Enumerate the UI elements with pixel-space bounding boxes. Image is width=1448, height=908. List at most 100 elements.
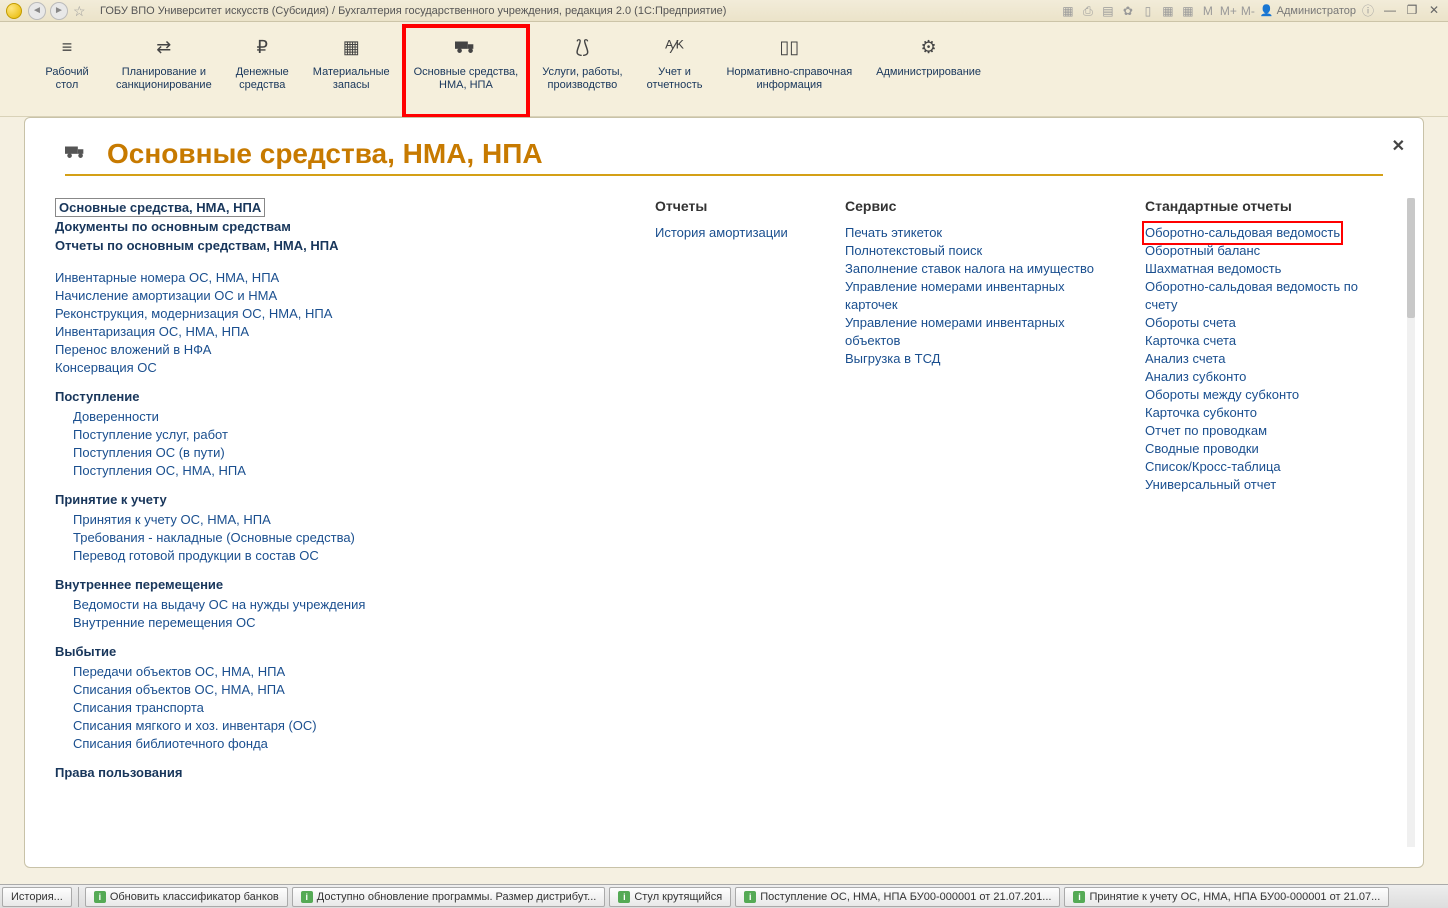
history-button[interactable]: История...: [2, 887, 72, 907]
nav-link[interactable]: Список/Кросс-таблица: [1145, 458, 1375, 476]
highlighted-link[interactable]: Оборотно-сальдовая ведомость: [1145, 224, 1340, 242]
nav-link[interactable]: Ведомости на выдачу ОС на нужды учрежден…: [73, 596, 615, 614]
statusbar-item-label: Стул крутящийся: [634, 891, 722, 903]
nav-link[interactable]: Полнотекстовый поиск: [845, 242, 1105, 260]
statusbar: История... iОбновить классификатор банко…: [0, 884, 1448, 908]
nav-link[interactable]: Управление номерами инвентарных объектов: [845, 314, 1105, 350]
nav-link[interactable]: Анализ счета: [1145, 350, 1375, 368]
main-tab-7[interactable]: ▯▯Нормативно-справочнаяинформация: [716, 26, 862, 116]
help-icon[interactable]: ⓘ: [1360, 3, 1376, 19]
nav-link[interactable]: Перевод готовой продукции в состав ОС: [73, 547, 615, 565]
nav-link[interactable]: Поступления ОС, НМА, НПА: [73, 462, 615, 480]
icon-calc[interactable]: ▦: [1180, 3, 1196, 19]
sliders-icon: ⟅⟆: [542, 32, 622, 62]
mem-mm[interactable]: M-: [1240, 3, 1256, 19]
nav-link[interactable]: Поступления ОС (в пути): [73, 444, 615, 462]
column-reports: ОтчетыИстория амортизации: [655, 198, 805, 784]
favorite-icon[interactable]: ☆: [73, 3, 89, 19]
group-title: Права пользования: [55, 765, 615, 780]
main-tab-6[interactable]: ᴬ⁄ᴷУчет иотчетность: [637, 26, 713, 116]
nav-link[interactable]: История амортизации: [655, 224, 805, 242]
titlebar-right-group: ▦ ⎙ ▤ ✿ ▯ ▦ ▦ M M+ M- 👤 Администратор ⓘ …: [1060, 3, 1442, 19]
nav-link[interactable]: Принятия к учету ОС, НМА, НПА: [73, 511, 615, 529]
nav-link[interactable]: Обороты между субконто: [1145, 386, 1375, 404]
info-icon: i: [301, 891, 313, 903]
main-tab-5[interactable]: ⟅⟆Услуги, работы,производство: [532, 26, 632, 116]
nav-link[interactable]: Анализ субконто: [1145, 368, 1375, 386]
nav-link[interactable]: Внутренние перемещения ОС: [73, 614, 615, 632]
icon-doc[interactable]: ▤: [1100, 3, 1116, 19]
nav-link[interactable]: Шахматная ведомость: [1145, 260, 1375, 278]
statusbar-item[interactable]: iДоступно обновление программы. Размер д…: [292, 887, 606, 907]
statusbar-item[interactable]: iПоступление ОС, НМА, НПА БУ00-000001 от…: [735, 887, 1060, 907]
nav-link[interactable]: Начисление амортизации ОС и НМА: [55, 287, 615, 305]
nav-link[interactable]: Списания объектов ОС, НМА, НПА: [73, 681, 615, 699]
nav-link[interactable]: Обороты счета: [1145, 314, 1375, 332]
nav-link[interactable]: Требования - накладные (Основные средств…: [73, 529, 615, 547]
mem-m[interactable]: M: [1200, 3, 1216, 19]
nav-link[interactable]: Передачи объектов ОС, НМА, НПА: [73, 663, 615, 681]
icon-calendar[interactable]: ▦: [1160, 3, 1176, 19]
icon-compare[interactable]: ▯: [1140, 3, 1156, 19]
app-logo-icon: [6, 3, 22, 19]
main-tab-2[interactable]: ₽ Денежныесредства: [226, 26, 299, 116]
main-tab-4[interactable]: Основные средства,НМА, НПА: [404, 26, 529, 116]
menu-icon: ≡: [42, 32, 92, 62]
column-header: Сервис: [845, 198, 1105, 214]
mem-mp[interactable]: M+: [1220, 3, 1236, 19]
nav-link[interactable]: Консервация ОС: [55, 359, 615, 377]
nav-link[interactable]: Отчет по проводкам: [1145, 422, 1375, 440]
nav-link[interactable]: Управление номерами инвентарных карточек: [845, 278, 1105, 314]
nav-link[interactable]: Выгрузка в ТСД: [845, 350, 1105, 368]
nav-link[interactable]: Перенос вложений в НФА: [55, 341, 615, 359]
nav-link[interactable]: Сводные проводки: [1145, 440, 1375, 458]
nav-link[interactable]: Инвентарные номера ОС, НМА, НПА: [55, 269, 615, 287]
plan-icon: ⇄: [116, 32, 212, 62]
main-tab-label: Администрирование: [876, 66, 981, 79]
scrollbar-thumb[interactable]: [1407, 198, 1415, 318]
group-title: Выбытие: [55, 644, 615, 659]
main-tab-8[interactable]: ⚙Администрирование: [866, 26, 991, 116]
admin-user-button[interactable]: 👤 Администратор: [1260, 4, 1356, 17]
nav-link[interactable]: Оборотный баланс: [1145, 242, 1375, 260]
main-tab-0[interactable]: ≡Рабочийстол: [32, 26, 102, 116]
icon-misc[interactable]: ▦: [1060, 3, 1076, 19]
nav-link[interactable]: Реконструкция, модернизация ОС, НМА, НПА: [55, 305, 615, 323]
main-tab-label: Материальныезапасы: [313, 66, 390, 92]
titlebar: ◄ ► ☆ ГОБУ ВПО Университет искусств (Суб…: [0, 0, 1448, 22]
nav-link[interactable]: Карточка счета: [1145, 332, 1375, 350]
nav-link[interactable]: Печать этикеток: [845, 224, 1105, 242]
minimize-button[interactable]: —: [1382, 3, 1398, 19]
statusbar-item[interactable]: iОбновить классификатор банков: [85, 887, 288, 907]
statusbar-item[interactable]: iСтул крутящийся: [609, 887, 731, 907]
panel-close-button[interactable]: ✕: [1392, 136, 1405, 156]
nav-link[interactable]: Списания мягкого и хоз. инвентаря (ОС): [73, 717, 615, 735]
close-button[interactable]: ✕: [1426, 3, 1442, 19]
nav-link[interactable]: Доверенности: [73, 408, 615, 426]
info-icon: i: [1073, 891, 1085, 903]
nav-link[interactable]: Оборотно-сальдовая ведомость по счету: [1145, 278, 1375, 314]
nav-link[interactable]: Поступление услуг, работ: [73, 426, 615, 444]
maximize-button[interactable]: ❐: [1404, 3, 1420, 19]
nav-link[interactable]: Заполнение ставок налога на имущество: [845, 260, 1105, 278]
nav-link[interactable]: Инвентаризация ОС, НМА, НПА: [55, 323, 615, 341]
nav-link[interactable]: Списания библиотечного фонда: [73, 735, 615, 753]
nav-link[interactable]: Карточка субконто: [1145, 404, 1375, 422]
icon-star[interactable]: ✿: [1120, 3, 1136, 19]
money-icon: ₽: [236, 32, 289, 62]
top-link[interactable]: Отчеты по основным средствам, НМА, НПА: [55, 238, 615, 253]
top-link[interactable]: Документы по основным средствам: [55, 219, 615, 234]
nav-forward-button[interactable]: ►: [50, 2, 68, 20]
group-title: Поступление: [55, 389, 615, 404]
nav-link[interactable]: Списания транспорта: [73, 699, 615, 717]
nav-link[interactable]: Универсальный отчет: [1145, 476, 1375, 494]
main-tab-3[interactable]: ▦Материальныезапасы: [303, 26, 400, 116]
statusbar-item[interactable]: iПринятие к учету ОС, НМА, НПА БУ00-0000…: [1064, 887, 1389, 907]
column-header: Стандартные отчеты: [1145, 198, 1375, 214]
main-tab-1[interactable]: ⇄Планирование исанкционирование: [106, 26, 222, 116]
nav-link[interactable]: Оборотно-сальдовая ведомость: [1145, 224, 1340, 242]
top-link[interactable]: Основные средства, НМА, НПА: [55, 198, 265, 217]
nav-back-button[interactable]: ◄: [28, 2, 46, 20]
icon-print[interactable]: ⎙: [1080, 3, 1096, 19]
main-tab-label: Денежныесредства: [236, 66, 289, 92]
